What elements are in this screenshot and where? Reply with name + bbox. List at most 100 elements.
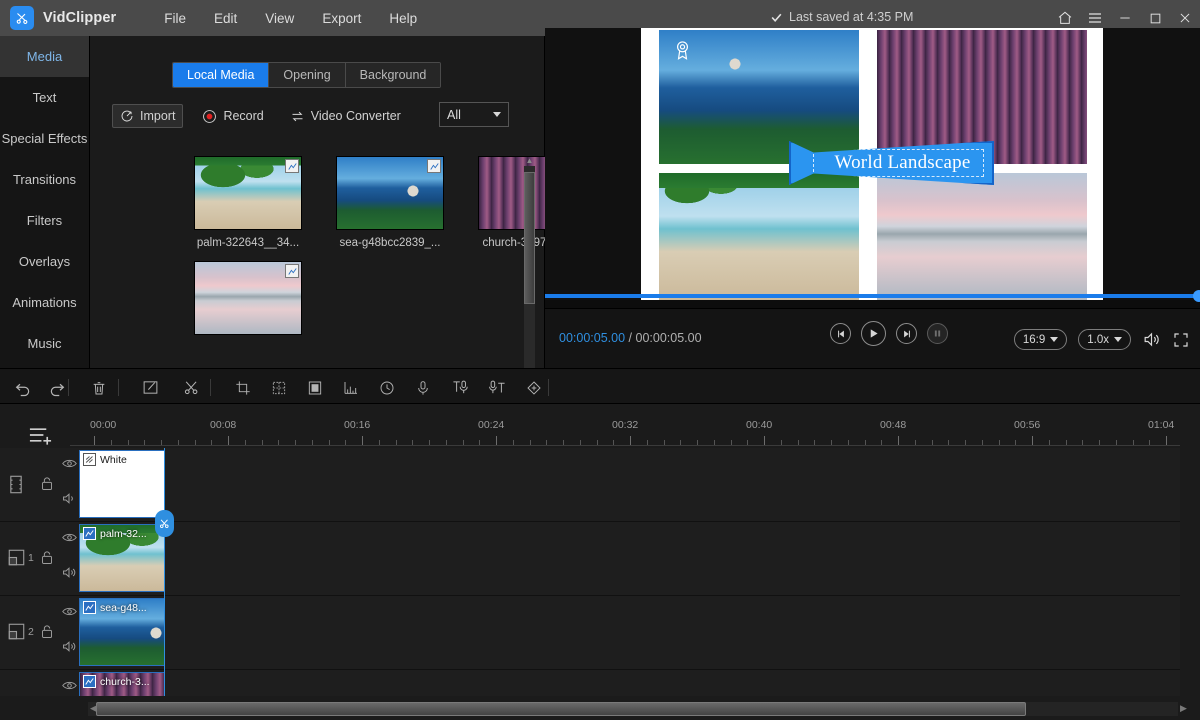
- playhead-split-button[interactable]: [155, 510, 174, 537]
- undo-icon[interactable]: [12, 377, 33, 398]
- track-row-pip-1[interactable]: 1 palm-32...: [0, 522, 1180, 596]
- media-item-sea[interactable]: sea-g48bcc2839_...: [336, 156, 444, 249]
- crop-icon[interactable]: [232, 377, 253, 398]
- track-header: [0, 448, 77, 521]
- timeline-horizontal-scrollbar[interactable]: ◀ ▶: [0, 698, 1200, 720]
- aspect-ratio-dropdown[interactable]: 16:9: [1013, 329, 1068, 350]
- step-forward-button[interactable]: [896, 323, 917, 344]
- delete-trash-icon[interactable]: [88, 377, 109, 398]
- track-row-pip-3[interactable]: church-3...: [0, 670, 1180, 696]
- track-header: 1: [0, 522, 77, 595]
- import-button[interactable]: Import: [112, 104, 184, 128]
- media-item-palm[interactable]: palm-322643__34...: [194, 156, 302, 249]
- menu-view[interactable]: View: [251, 7, 308, 30]
- menu-help[interactable]: Help: [375, 7, 431, 30]
- play-button[interactable]: [861, 321, 886, 346]
- timeline-clip-church[interactable]: church-3...: [79, 672, 165, 696]
- play-icon: [870, 329, 878, 338]
- ruler-tick-minor: [177, 440, 179, 445]
- ruler-tick-major: [362, 436, 363, 445]
- record-button[interactable]: Record: [195, 105, 270, 128]
- sidebar-item-text[interactable]: Text: [0, 77, 89, 118]
- ruler-label: 01:04: [1148, 419, 1175, 431]
- tab-background[interactable]: Background: [345, 63, 441, 87]
- timeline-playhead[interactable]: [155, 448, 174, 696]
- collage-cell-palace: [877, 173, 1087, 300]
- voiceover-mic-icon[interactable]: [412, 377, 433, 398]
- media-item-palace[interactable]: [194, 261, 302, 342]
- vidclipper-window: VidClipper File Edit View Export Help La…: [0, 0, 1200, 720]
- unlock-icon[interactable]: [40, 550, 54, 565]
- eye-icon[interactable]: [62, 532, 77, 543]
- menu-file[interactable]: File: [150, 7, 200, 30]
- ruler-tick-minor: [981, 440, 983, 445]
- scroll-right-icon[interactable]: ▶: [1180, 703, 1187, 714]
- stop-button[interactable]: [927, 323, 948, 344]
- menu-export[interactable]: Export: [308, 7, 375, 30]
- unlock-icon[interactable]: [40, 476, 54, 491]
- mosaic-icon[interactable]: [268, 377, 289, 398]
- mask-icon[interactable]: [304, 377, 325, 398]
- timeline-clip-sea[interactable]: sea-g48...: [79, 598, 165, 666]
- scroll-left-icon[interactable]: ◀: [90, 703, 97, 714]
- clip-name: church-3...: [100, 675, 150, 688]
- menu-edit[interactable]: Edit: [200, 7, 251, 30]
- eye-icon[interactable]: [62, 458, 77, 469]
- text-to-speech-icon[interactable]: [450, 377, 471, 398]
- eye-icon[interactable]: [62, 680, 77, 691]
- ruler-tick-minor: [144, 440, 146, 445]
- keyframe-icon[interactable]: [523, 377, 544, 398]
- timeline-clip-white[interactable]: White: [79, 450, 165, 518]
- speaker-icon[interactable]: [62, 492, 76, 505]
- tab-local-media[interactable]: Local Media: [173, 63, 270, 87]
- fullscreen-icon[interactable]: [1172, 331, 1190, 349]
- import-icon: [121, 110, 133, 122]
- ruler-tick-minor: [730, 440, 732, 445]
- volume-icon[interactable]: [1142, 330, 1161, 349]
- video-converter-button[interactable]: Video Converter: [283, 105, 408, 128]
- edit-clip-icon[interactable]: [140, 377, 161, 398]
- sidebar-item-special-effects[interactable]: Special Effects: [0, 118, 89, 159]
- timeline-clip-palm[interactable]: palm-32...: [79, 524, 165, 592]
- speaker-icon[interactable]: [62, 566, 76, 579]
- scrollbar-thumb[interactable]: [524, 172, 535, 304]
- playback-speed-dropdown[interactable]: 1.0x: [1078, 329, 1131, 350]
- tab-opening[interactable]: Opening: [269, 63, 346, 87]
- sidebar-item-media[interactable]: Media: [0, 36, 89, 77]
- media-tabs: Local Media Opening Background: [172, 62, 442, 88]
- audio-levels-icon[interactable]: [340, 377, 361, 398]
- ruler-tick-minor: [328, 440, 330, 445]
- media-scrollbar[interactable]: ▲ ▼: [522, 154, 536, 402]
- toolbar-divider: [210, 379, 211, 396]
- preview-options: 16:9 1.0x: [1013, 329, 1190, 350]
- ruler-tick-major: [228, 436, 229, 445]
- sidebar-item-overlays[interactable]: Overlays: [0, 241, 89, 282]
- timeline-ruler[interactable]: 00:00 00:08 00:16 00:24 00:32 00:40 00:4…: [70, 418, 1180, 446]
- eye-icon[interactable]: [62, 606, 77, 617]
- track-row-video[interactable]: White: [0, 448, 1180, 522]
- scrollbar-thumb[interactable]: [96, 702, 1026, 716]
- preview-progress-bar[interactable]: [545, 294, 1200, 298]
- pip-track-icon: 2: [8, 623, 34, 640]
- split-scissors-icon[interactable]: [181, 377, 202, 398]
- media-filter-dropdown[interactable]: All: [439, 102, 509, 127]
- redo-icon[interactable]: [46, 377, 67, 398]
- preview-canvas[interactable]: World Landscape: [545, 28, 1200, 300]
- scroll-up-icon[interactable]: ▲: [524, 154, 535, 166]
- track-row-pip-2[interactable]: 2 sea-g48...: [0, 596, 1180, 670]
- speed-clock-icon[interactable]: [376, 377, 397, 398]
- speech-to-text-icon[interactable]: [487, 377, 508, 398]
- ruler-tick-minor: [747, 440, 749, 445]
- record-label: Record: [223, 109, 264, 123]
- sidebar-item-animations[interactable]: Animations: [0, 282, 89, 323]
- sidebar-item-music[interactable]: Music: [0, 323, 89, 364]
- sidebar-label: Animations: [12, 295, 77, 310]
- sidebar-item-filters[interactable]: Filters: [0, 200, 89, 241]
- speaker-icon[interactable]: [62, 640, 76, 653]
- step-back-button[interactable]: [830, 323, 851, 344]
- add-track-button[interactable]: [28, 424, 53, 446]
- ruler-tick-minor: [194, 440, 196, 445]
- unlock-icon[interactable]: [40, 624, 54, 639]
- sidebar-item-transitions[interactable]: Transitions: [0, 159, 89, 200]
- preview-progress-handle[interactable]: [1193, 290, 1200, 302]
